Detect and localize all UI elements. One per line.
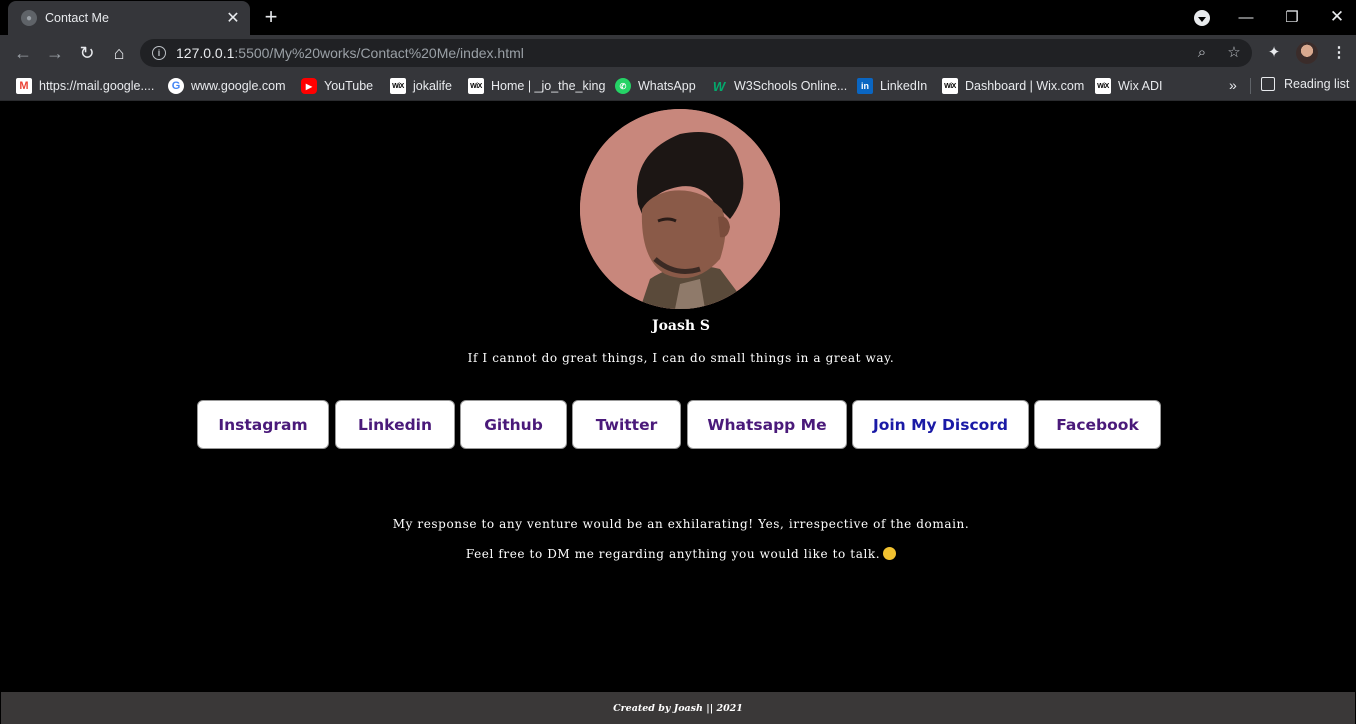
bookmark-label: W3Schools Online... [734, 79, 848, 93]
bookmark-home-jo-the-king[interactable]: WiX Home | _jo_the_king [468, 77, 605, 95]
new-tab-button[interactable]: + [260, 6, 282, 28]
page-content: Joash S If I cannot do great things, I c… [1, 101, 1355, 692]
back-icon[interactable]: ← [11, 41, 35, 65]
bookmark-star-icon[interactable]: ☆ [1226, 45, 1242, 61]
bookmark-label: YouTube [324, 79, 374, 93]
site-info-icon[interactable]: i [152, 46, 166, 60]
smiley-emoji-icon [883, 547, 897, 560]
bookmark-w3schools[interactable]: W W3Schools Online... [711, 77, 847, 95]
bookmark-label: Wix ADI [1118, 79, 1163, 93]
wix-icon: WiX [468, 78, 484, 94]
close-tab-icon[interactable]: ✕ [224, 9, 242, 27]
url-path: :5500/My%20works/Contact%20Me/index.html [234, 45, 524, 61]
menu-icon[interactable]: ⋮ [1331, 45, 1347, 61]
address-bar[interactable]: i 127.0.0.1:5500/My%20works/Contact%20Me… [140, 39, 1252, 67]
bookmark-gmail[interactable]: Mhttps://mail.google.... [16, 77, 154, 95]
linkedin-button[interactable]: Linkedin [335, 400, 455, 449]
google-icon: G [168, 78, 184, 94]
whatsapp-icon: ✆ [615, 78, 631, 94]
tab-contact-me[interactable]: ● Contact Me ✕ [8, 1, 250, 35]
bookmark-label: www.google.com [191, 79, 286, 93]
globe-icon: ● [21, 10, 37, 26]
tab-strip: ● Contact Me ✕ + — ❐ ✕ [0, 0, 1356, 35]
profile-avatar[interactable] [1296, 42, 1318, 64]
bookmark-wix-adi[interactable]: WiX Wix ADI [1095, 77, 1162, 95]
github-button[interactable]: Github [460, 400, 567, 449]
twitter-button[interactable]: Twitter [572, 400, 681, 449]
footer-credit: Created by Joash || 2021 [613, 702, 743, 714]
blurb-line-2-wrap: Feel free to DM me regarding anything yo… [1, 547, 1356, 561]
w3schools-icon: W [712, 78, 726, 94]
bookmark-youtube[interactable]: ▶ YouTube [301, 77, 373, 95]
facebook-button[interactable]: Facebook [1034, 400, 1161, 449]
url-host: 127.0.0.1 [176, 45, 235, 61]
linkedin-icon: in [857, 78, 873, 94]
bookmark-linkedin[interactable]: in LinkedIn [857, 77, 927, 95]
tab-title: Contact Me [45, 11, 109, 25]
extensions-icon[interactable]: ✦ [1266, 45, 1282, 61]
profile-name: Joash S [651, 318, 711, 334]
bookmarks-divider [1250, 78, 1251, 94]
bookmark-jokalife[interactable]: WiX jokalife [390, 77, 452, 95]
bookmark-label: jokalife [413, 79, 452, 93]
reading-list-label: Reading list [1284, 77, 1350, 91]
close-window-icon[interactable]: ✕ [1318, 0, 1356, 34]
bookmark-label: https://mail.google.... [39, 79, 155, 93]
wix-icon: WiX [942, 78, 958, 94]
reading-list-button[interactable]: Reading list [1261, 77, 1349, 91]
bookmark-label: WhatsApp [638, 79, 696, 93]
restore-icon[interactable]: ❐ [1272, 0, 1312, 34]
minimize-icon[interactable]: — [1226, 0, 1266, 34]
url-text[interactable]: 127.0.0.1:5500/My%20works/Contact%20Me/i… [176, 45, 524, 61]
bookmark-whatsapp[interactable]: ✆ WhatsApp [615, 77, 696, 95]
youtube-icon: ▶ [301, 78, 317, 94]
bookmark-wix-dashboard[interactable]: WiX Dashboard | Wix.com [942, 77, 1084, 95]
discord-button[interactable]: Join My Discord [852, 400, 1029, 449]
wix-icon: WiX [390, 78, 406, 94]
instagram-button[interactable]: Instagram [197, 400, 329, 449]
tab-search-icon[interactable] [1194, 10, 1210, 26]
zoom-icon[interactable]: ⌕ [1194, 45, 1210, 61]
profile-photo-illustration [580, 109, 780, 309]
bookmark-google[interactable]: Gwww.google.com [168, 77, 286, 95]
bookmark-label: Dashboard | Wix.com [965, 79, 1085, 93]
profile-photo [580, 109, 780, 309]
wix-icon: WiX [1095, 78, 1111, 94]
home-icon[interactable]: ⌂ [107, 41, 131, 65]
reload-icon[interactable]: ↻ [75, 41, 99, 65]
browser-toolbar: ← → ↻ ⌂ i 127.0.0.1:5500/My%20works/Cont… [0, 35, 1356, 71]
reading-list-icon [1261, 77, 1275, 91]
page-footer: Created by Joash || 2021 [1, 692, 1355, 724]
bookmarks-bar: Mhttps://mail.google.... Gwww.google.com… [0, 71, 1356, 101]
profile-quote: If I cannot do great things, I can do sm… [467, 351, 895, 365]
blurb-line-2: Feel free to DM me regarding anything yo… [465, 547, 881, 561]
whatsapp-button[interactable]: Whatsapp Me [687, 400, 847, 449]
bookmark-label: Home | _jo_the_king [491, 79, 606, 93]
bookmark-label: LinkedIn [880, 79, 928, 93]
blurb-line-1: My response to any venture would be an e… [392, 517, 970, 531]
gmail-icon: M [16, 78, 32, 94]
more-bookmarks-icon[interactable]: » [1229, 77, 1237, 93]
forward-icon[interactable]: → [43, 41, 67, 65]
